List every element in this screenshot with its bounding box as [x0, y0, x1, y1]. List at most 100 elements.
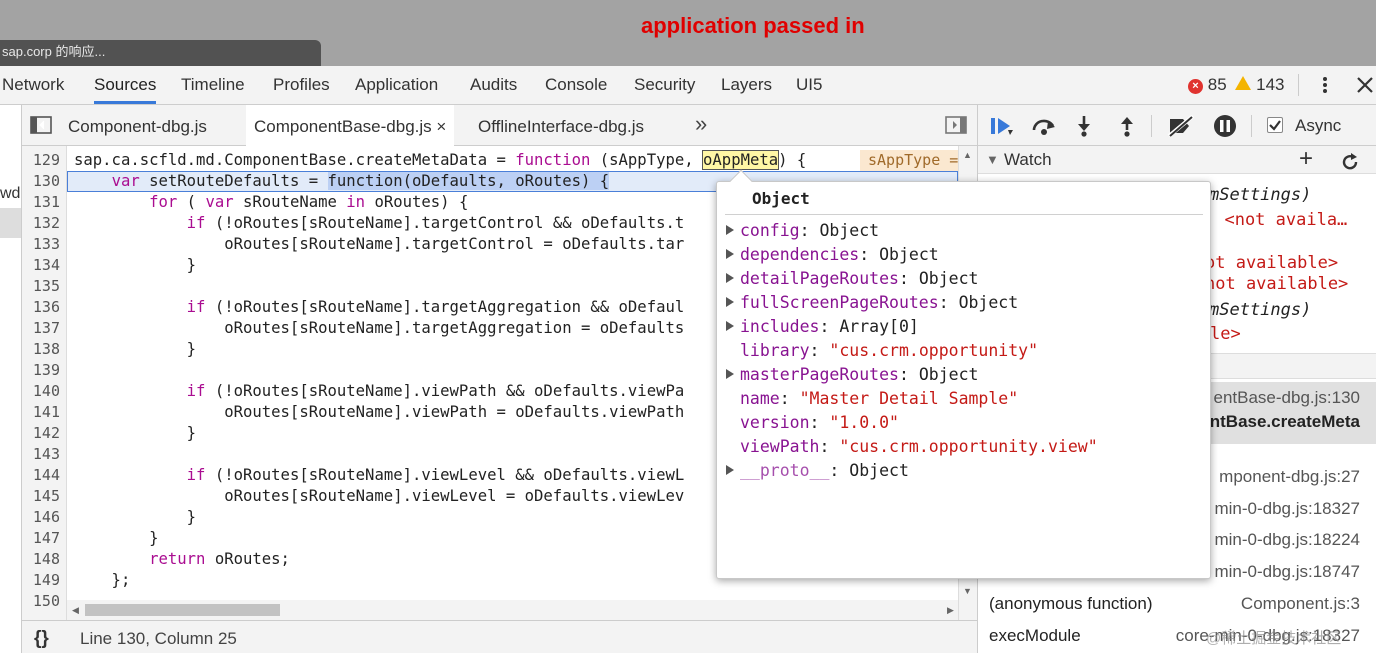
line-number[interactable]: 135: [33, 276, 60, 297]
refresh-icon[interactable]: [1341, 152, 1359, 180]
tab-console[interactable]: Console: [545, 66, 607, 104]
object-property[interactable]: fullScreenPageRoutes: Object: [726, 291, 1018, 315]
close-icon[interactable]: [1356, 76, 1374, 94]
line-number[interactable]: 149: [33, 570, 60, 591]
expand-triangle-icon[interactable]: [726, 369, 734, 379]
line-number[interactable]: 148: [33, 549, 60, 570]
object-property[interactable]: __proto__: Object: [726, 459, 909, 483]
object-property: name: "Master Detail Sample": [740, 389, 1019, 408]
line-number[interactable]: 144: [33, 465, 60, 486]
expand-triangle-icon[interactable]: [726, 297, 734, 307]
line-number[interactable]: 130: [33, 171, 60, 192]
watch-section-header[interactable]: ▼ Watch +: [978, 146, 1376, 174]
close-tab-icon[interactable]: ×: [432, 117, 446, 136]
tab-audits[interactable]: Audits: [470, 66, 517, 104]
line-number[interactable]: 146: [33, 507, 60, 528]
horizontal-scrollbar[interactable]: ◀ ▶: [67, 600, 958, 620]
line-number[interactable]: 141: [33, 402, 60, 423]
navigator-selected-row[interactable]: [0, 208, 21, 238]
warning-icon: [1235, 76, 1252, 90]
inline-value-hint: sAppType =: [860, 150, 958, 171]
toggle-navigator-icon[interactable]: [30, 116, 52, 134]
expand-triangle-icon[interactable]: [726, 465, 734, 475]
cursor-position: Line 130, Column 25: [80, 629, 237, 648]
line-number[interactable]: 147: [33, 528, 60, 549]
watch-label: Watch: [1004, 150, 1052, 169]
hovered-token[interactable]: oAppMeta: [702, 150, 780, 170]
code-line-129: sap.ca.scfld.md.ComponentBase.createMeta…: [74, 150, 807, 170]
tab-network[interactable]: Network: [2, 66, 64, 104]
tab-timeline[interactable]: Timeline: [181, 66, 245, 104]
expand-triangle-icon[interactable]: [726, 273, 734, 283]
tab-security[interactable]: Security: [634, 66, 695, 104]
line-number[interactable]: 140: [33, 381, 60, 402]
tab-sources[interactable]: Sources: [94, 66, 157, 104]
tab-ui5[interactable]: UI5: [796, 66, 822, 104]
object-property[interactable]: dependencies: Object: [726, 243, 939, 267]
object-preview-popover[interactable]: Object config: Object dependencies: Objec…: [716, 169, 1211, 579]
line-number[interactable]: 136: [33, 297, 60, 318]
line-number[interactable]: 137: [33, 318, 60, 339]
object-property[interactable]: detailPageRoutes: Object: [726, 267, 978, 291]
code-line: }: [74, 340, 197, 358]
tab-profiles[interactable]: Profiles: [273, 66, 330, 104]
watch-value-fragment: mSettings): [1209, 185, 1312, 205]
file-tab-label: Component-dbg.js: [68, 117, 207, 136]
line-number[interactable]: 134: [33, 255, 60, 276]
line-number[interactable]: 139: [33, 360, 60, 381]
code-line: return oRoutes;: [149, 550, 290, 568]
code-line: var setRouteDefaults = function(oDefault…: [111, 172, 610, 190]
line-number[interactable]: 133: [33, 234, 60, 255]
file-tab-label: OfflineInterface-dbg.js: [478, 117, 644, 136]
scroll-right-icon[interactable]: ▶: [947, 605, 954, 616]
object-property[interactable]: includes: Array[0]: [726, 315, 919, 339]
object-property: version: "1.0.0": [740, 413, 899, 432]
more-options-icon[interactable]: [1318, 74, 1332, 96]
file-tab[interactable]: Component-dbg.js: [60, 105, 215, 145]
expand-triangle-icon[interactable]: [726, 249, 734, 259]
file-tab[interactable]: ComponentBase-dbg.js ×: [246, 105, 455, 146]
checkmark-icon: [1269, 120, 1281, 131]
step-out-icon[interactable]: [1119, 115, 1135, 142]
line-number[interactable]: 142: [33, 423, 60, 444]
object-property: library: "cus.crm.opportunity": [740, 341, 1039, 360]
line-number[interactable]: 131: [33, 192, 60, 213]
deactivate-breakpoints-icon[interactable]: [1167, 114, 1195, 142]
tab-layers[interactable]: Layers: [721, 66, 772, 104]
call-frame-location: entBase-dbg.js:130: [1213, 388, 1361, 407]
line-number[interactable]: 132: [33, 213, 60, 234]
tab-application[interactable]: Application: [355, 66, 438, 104]
scrollbar-thumb[interactable]: [85, 604, 280, 616]
expand-triangle-icon[interactable]: [726, 321, 734, 331]
toggle-debugger-icon[interactable]: [945, 116, 967, 134]
file-tab[interactable]: OfflineInterface-dbg.js: [470, 105, 652, 145]
add-watch-icon[interactable]: +: [1299, 146, 1313, 172]
object-property: viewPath: "cus.crm.opportunity.view": [740, 437, 1098, 456]
line-number[interactable]: 143: [33, 444, 60, 465]
watch-value-fragment: le>: [1210, 324, 1241, 344]
async-checkbox[interactable]: [1267, 117, 1283, 133]
popover-divider: [725, 214, 1203, 215]
scroll-down-icon[interactable]: ▼: [963, 586, 972, 596]
async-label: Async: [1295, 116, 1342, 135]
object-property[interactable]: config: Object: [726, 219, 879, 243]
call-frame-location: ntBase.createMeta: [1209, 412, 1360, 431]
line-number[interactable]: 138: [33, 339, 60, 360]
warning-count: 143: [1256, 75, 1285, 94]
scroll-left-icon[interactable]: ◀: [72, 605, 79, 616]
error-warning-counter[interactable]: × 85 143: [1188, 74, 1285, 96]
expand-triangle-icon[interactable]: [726, 225, 734, 235]
code-line: }: [74, 424, 197, 442]
object-property[interactable]: masterPageRoutes: Object: [726, 363, 978, 387]
pause-on-exceptions-icon[interactable]: [1213, 114, 1237, 143]
scroll-up-icon[interactable]: ▲: [963, 150, 972, 160]
step-over-icon[interactable]: [1031, 116, 1057, 141]
pretty-print-icon[interactable]: {}: [34, 621, 49, 657]
line-number[interactable]: 129: [33, 150, 60, 171]
line-number[interactable]: 150: [33, 591, 60, 612]
more-tabs-icon[interactable]: »: [695, 109, 707, 139]
step-into-icon[interactable]: [1076, 115, 1092, 142]
line-number[interactable]: 145: [33, 486, 60, 507]
resume-icon[interactable]: [990, 116, 1014, 141]
window-tab[interactable]: sap.corp 的响应...: [0, 40, 321, 66]
